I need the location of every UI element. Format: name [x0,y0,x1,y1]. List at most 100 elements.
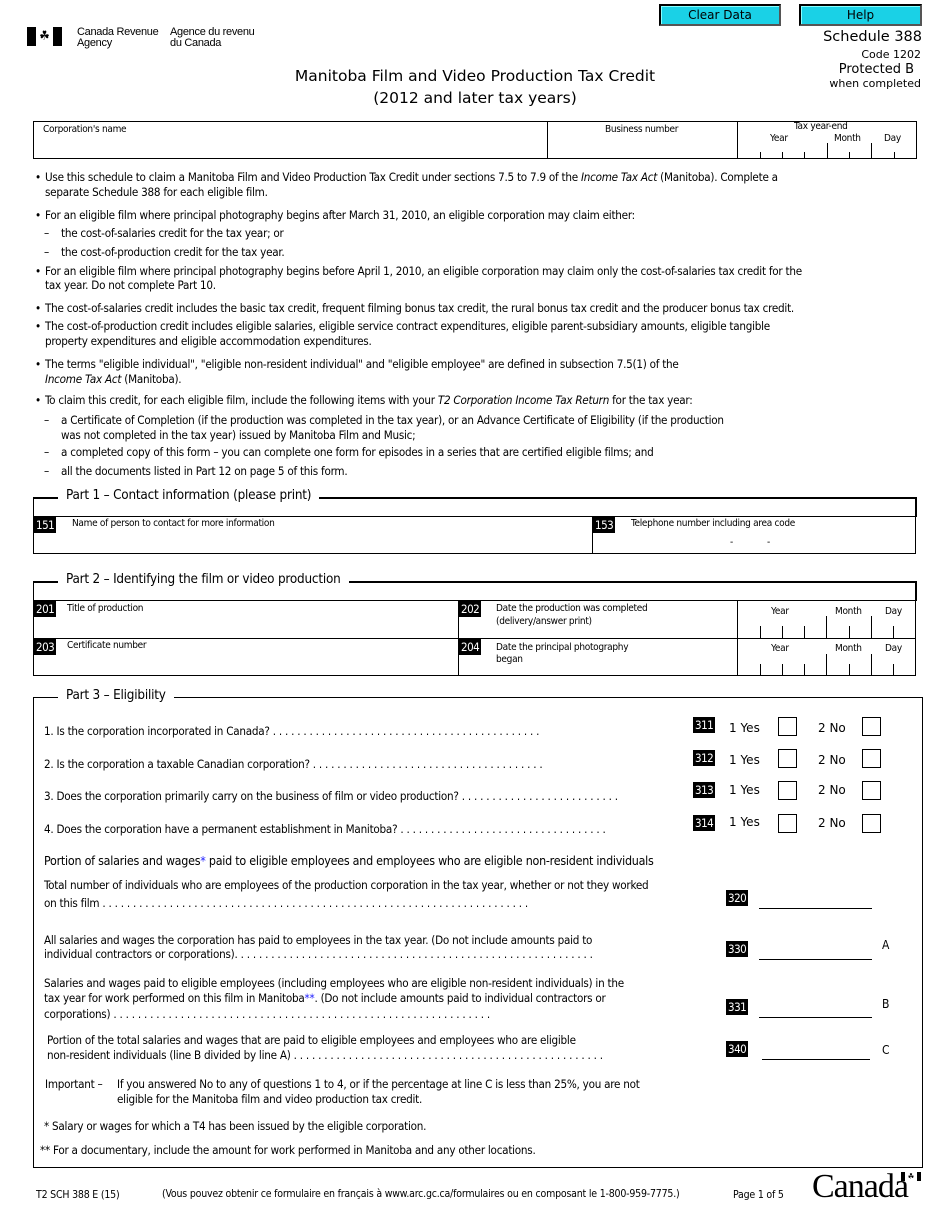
instruction-1: • Use this schedule to claim a Manitoba F… [35,170,778,184]
line-code-311: 311 [693,717,716,733]
q4-no-checkbox[interactable] [862,814,881,833]
business-number-input[interactable] [552,136,732,156]
telephone-label: Telephone number including area code [631,518,795,529]
yes-label: 1 Yes [729,783,760,797]
q1-no-checkbox[interactable] [862,717,881,736]
agency-fr-line2: du Canada [170,37,222,49]
line-code-204: 204 [459,639,482,655]
line-code-313: 313 [693,782,716,798]
yes-label: 1 Yes [729,721,760,735]
yes-label: 1 Yes [729,815,760,829]
tax-year-end-input[interactable] [740,143,915,157]
form-title: Manitoba Film and Video Production Tax C… [294,67,656,85]
important-text-1: If you answered No to any of questions 1… [117,1077,640,1091]
line-code-312: 312 [693,750,716,766]
line-330-input[interactable] [759,941,872,959]
line-330-text-1: All salaries and wages the corporation h… [44,933,593,947]
footnote-1: * Salary or wages for which a T4 has bee… [44,1119,427,1133]
day-label: Day [885,606,902,617]
instruction-7: • To claim this credit, for each eligible… [35,393,693,407]
instruction-7a-cont: was not completed in the tax year) issue… [61,428,416,442]
date-completed-input[interactable] [740,620,915,637]
corporation-name-input[interactable] [40,136,540,156]
date-photography-label-2: began [496,654,523,665]
line-320-text-1: Total number of individuals who are empl… [44,878,649,892]
form-id: T2 SCH 388 E (15) [36,1189,120,1201]
question-2: 2. Is the corporation a taxable Canadian… [44,757,543,771]
schedule-number: Schedule 388 [823,29,922,45]
month-label: Month [835,643,862,654]
line-331-input[interactable] [759,999,872,1017]
line-letter-a: A [882,938,890,952]
q3-no-checkbox[interactable] [862,781,881,800]
line-code-331: 331 [726,999,749,1015]
agency-name-en: Canada Revenue Agency [77,27,159,49]
canada-wordmark-flag-icon: ☘ [901,1172,921,1181]
canada-wordmark: Canada [812,1168,909,1205]
title-of-production-label: Title of production [67,603,144,614]
q2-no-checkbox[interactable] [862,749,881,768]
instruction-4: • The cost-of-salaries credit includes th… [35,301,794,315]
yes-label: 1 Yes [729,753,760,767]
month-label: Month [835,606,862,617]
part1-title: Part 1 – Contact information (please pri… [58,488,320,503]
protected-b: Protected B [838,62,914,77]
no-label: 2 No [818,721,846,735]
question-1: 1. Is the corporation incorporated in Ca… [44,724,540,738]
q1-yes-checkbox[interactable] [778,717,797,736]
line-code-203: 203 [34,639,57,655]
title-of-production-input[interactable] [60,616,453,636]
instruction-2: • For an eligible film where principal ph… [35,208,635,222]
instruction-7c: – all the documents listed in Part 12 on … [44,464,348,478]
instruction-5: • The cost-of-production credit includes … [35,319,770,333]
form-subtitle: (2012 and later tax years) [373,89,577,107]
q2-yes-checkbox[interactable] [778,749,797,768]
instruction-3-cont: tax year. Do not complete Part 10. [45,278,216,292]
no-label: 2 No [818,816,846,830]
line-340-input[interactable] [762,1041,870,1059]
help-button[interactable]: Help [799,4,922,26]
instruction-7b: – a completed copy of this form – you can… [44,445,654,459]
certificate-number-input[interactable] [60,654,453,674]
corporation-name-label: Corporation's name [43,124,127,135]
line-code-314: 314 [693,815,716,831]
part2-title: Part 2 – Identifying the film or video p… [58,572,349,587]
clear-data-button[interactable]: Clear Data [659,4,781,26]
contact-name-input[interactable] [60,532,585,552]
line-code-340: 340 [726,1041,749,1057]
date-photography-input[interactable] [740,658,915,675]
business-number-label: Business number [605,124,679,135]
line-340-text-1: Portion of the total salaries and wages … [47,1033,576,1047]
line-340-text-2: non-resident individuals (line B divided… [47,1048,603,1062]
instruction-2b: – the cost-of-production credit for the t… [44,245,285,259]
tax-year-end-label: Tax year-end [794,121,848,132]
q4-yes-checkbox[interactable] [778,814,797,833]
year-label: Year [771,606,789,617]
page-number: Page 1 of 5 [733,1189,784,1201]
day-label: Day [885,643,902,654]
important-label: Important – [45,1077,103,1091]
q3-yes-checkbox[interactable] [778,781,797,800]
line-330-text-2: individual contractors or corporations).… [44,947,593,961]
line-330-underline [759,959,872,960]
instruction-6: • The terms "eligible individual", "eligi… [35,357,679,371]
date-completed-label-2: (delivery/answer print) [496,616,592,627]
line-code-320: 320 [726,890,749,906]
no-label: 2 No [818,753,846,767]
line-331-text-3: corporations) . . . . . . . . . . . . . … [44,1007,490,1021]
line-code-151: 151 [34,517,57,533]
line-320-underline [759,908,872,909]
line-letter-b: B [882,997,890,1011]
instruction-5-cont: property expenditures and eligible accom… [45,334,372,348]
agency-en-line2: Agency [77,37,112,49]
question-4: 4. Does the corporation have a permanent… [44,822,606,836]
footnote-2: ** For a documentary, include the amount… [40,1143,536,1157]
no-label: 2 No [818,783,846,797]
instruction-6-cont: Income Tax Act (Manitoba). [45,372,182,386]
line-331-text-1: Salaries and wages paid to eligible empl… [44,976,624,990]
year-label: Year [771,643,789,654]
part3-title: Part 3 – Eligibility [58,688,174,703]
portion-heading: Portion of salaries and wages* paid to e… [44,853,654,868]
telephone-input[interactable] [620,532,910,552]
line-320-input[interactable] [759,890,872,908]
